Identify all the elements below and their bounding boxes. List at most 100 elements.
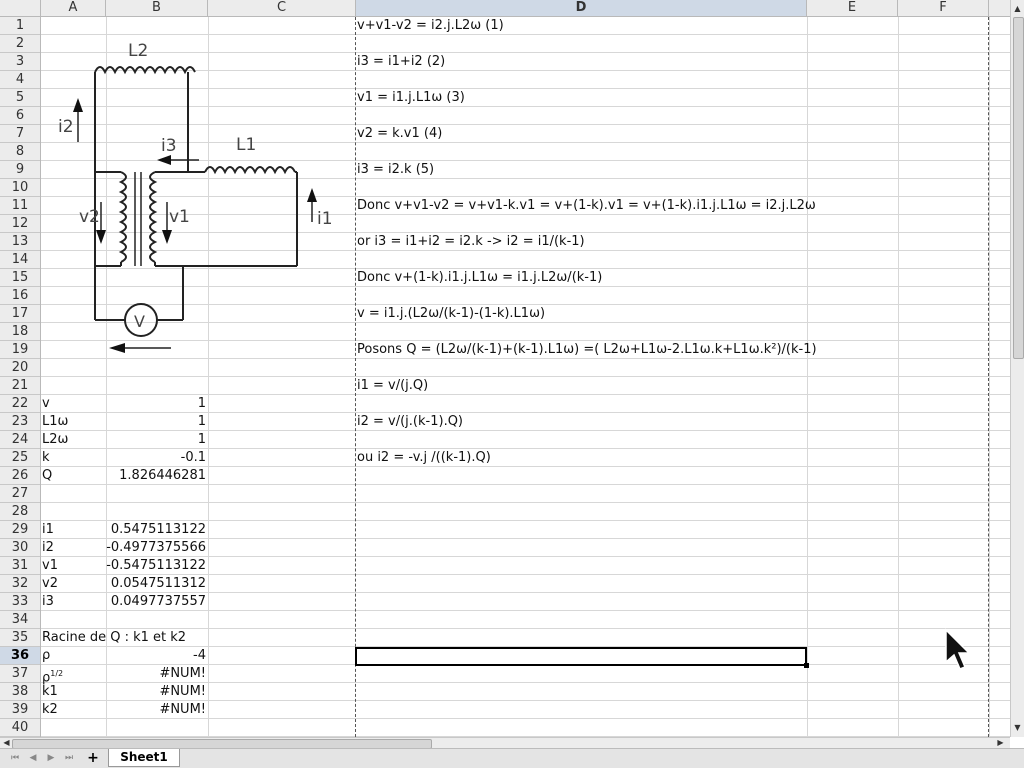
cell-b30[interactable]: -0.4977375566	[106, 539, 206, 557]
cell-b29[interactable]: 0.5475113122	[106, 521, 206, 539]
row-header-38[interactable]: 38	[0, 683, 40, 701]
row-header-37[interactable]: 37	[0, 665, 40, 683]
row-header-24[interactable]: 24	[0, 431, 40, 449]
cell-a24[interactable]: L2ω	[42, 431, 68, 449]
cell-b31[interactable]: -0.5475113122	[106, 557, 206, 575]
cell-d15[interactable]: Donc v+(1-k).i1.j.L1ω = i1.j.L2ω/(k-1)	[357, 269, 602, 287]
cell-d11[interactable]: Donc v+v1-v2 = v+v1-k.v1 = v+(1-k).v1 = …	[357, 197, 816, 215]
cell-a32[interactable]: v2	[42, 575, 58, 593]
cell-b22[interactable]: 1	[106, 395, 206, 413]
row-header-40[interactable]: 40	[0, 719, 40, 737]
row-header-32[interactable]: 32	[0, 575, 40, 593]
row-header-21[interactable]: 21	[0, 377, 40, 395]
column-header-a[interactable]: A	[41, 0, 106, 16]
fill-handle[interactable]	[804, 663, 809, 668]
scroll-left-icon[interactable]: ◀	[1, 737, 12, 748]
row-header-2[interactable]: 2	[0, 35, 40, 53]
cell-a30[interactable]: i2	[42, 539, 54, 557]
scroll-up-icon[interactable]: ▲	[1011, 2, 1024, 16]
cell-a33[interactable]: i3	[42, 593, 54, 611]
prev-sheet-icon[interactable]: ◀	[26, 751, 40, 765]
cell-b36[interactable]: -4	[106, 647, 206, 665]
cell-d9[interactable]: i3 = i2.k (5)	[357, 161, 434, 179]
cell-b26[interactable]: 1.826446281	[106, 467, 206, 485]
row-header-1[interactable]: 1	[0, 17, 40, 35]
cell-b38[interactable]: #NUM!	[106, 683, 206, 701]
row-header-28[interactable]: 28	[0, 503, 40, 521]
cell-d13[interactable]: or i3 = i1+i2 = i2.k -> i2 = i1/(k-1)	[357, 233, 585, 251]
row-header-34[interactable]: 34	[0, 611, 40, 629]
horizontal-scrollbar[interactable]: ◀ ▶	[0, 737, 1010, 749]
row-header-31[interactable]: 31	[0, 557, 40, 575]
row-header-30[interactable]: 30	[0, 539, 40, 557]
cell-d21[interactable]: i1 = v/(j.Q)	[357, 377, 428, 395]
cell-a25[interactable]: k	[42, 449, 50, 467]
cell-d19[interactable]: Posons Q = (L2ω/(k-1)+(k-1).L1ω) =( L2ω+…	[357, 341, 817, 359]
cell-b33[interactable]: 0.0497737557	[106, 593, 206, 611]
row-header-27[interactable]: 27	[0, 485, 40, 503]
cell-b37[interactable]: #NUM!	[106, 665, 206, 683]
row-header-25[interactable]: 25	[0, 449, 40, 467]
row-header-5[interactable]: 5	[0, 89, 40, 107]
last-sheet-icon[interactable]: ⏭	[62, 751, 76, 765]
cell-d7[interactable]: v2 = k.v1 (4)	[357, 125, 442, 143]
row-header-7[interactable]: 7	[0, 125, 40, 143]
row-header-14[interactable]: 14	[0, 251, 40, 269]
scroll-right-icon[interactable]: ▶	[995, 737, 1006, 748]
row-header-13[interactable]: 13	[0, 233, 40, 251]
row-header-15[interactable]: 15	[0, 269, 40, 287]
cell-a39[interactable]: k2	[42, 701, 58, 719]
cell-a38[interactable]: k1	[42, 683, 58, 701]
cell-a31[interactable]: v1	[42, 557, 58, 575]
cell-b39[interactable]: #NUM!	[106, 701, 206, 719]
select-all-corner[interactable]	[0, 0, 41, 16]
cell-d23[interactable]: i2 = v/(j.(k-1).Q)	[357, 413, 463, 431]
column-header-c[interactable]: C	[208, 0, 356, 16]
add-sheet-button[interactable]: +	[86, 750, 100, 766]
vertical-scrollbar[interactable]: ▲ ▼	[1010, 0, 1024, 737]
row-header-39[interactable]: 39	[0, 701, 40, 719]
row-header-8[interactable]: 8	[0, 143, 40, 161]
cell-d17[interactable]: v = i1.j.(L2ω/(k-1)-(1-k).L1ω)	[357, 305, 545, 323]
cell-d25[interactable]: ou i2 = -v.j /((k-1).Q)	[357, 449, 491, 467]
row-header-9[interactable]: 9	[0, 161, 40, 179]
column-header-f[interactable]: F	[898, 0, 989, 16]
column-header-d[interactable]: D	[356, 0, 807, 16]
row-header-18[interactable]: 18	[0, 323, 40, 341]
cell-a36[interactable]: ρ	[42, 647, 50, 665]
cell-a23[interactable]: L1ω	[42, 413, 68, 431]
scroll-down-icon[interactable]: ▼	[1011, 721, 1024, 735]
row-header-11[interactable]: 11	[0, 197, 40, 215]
vertical-scroll-thumb[interactable]	[1013, 17, 1024, 359]
cell-a22[interactable]: v	[42, 395, 50, 413]
row-header-23[interactable]: 23	[0, 413, 40, 431]
cell-d3[interactable]: i3 = i1+i2 (2)	[357, 53, 445, 71]
row-header-12[interactable]: 12	[0, 215, 40, 233]
row-header-20[interactable]: 20	[0, 359, 40, 377]
cell-b23[interactable]: 1	[106, 413, 206, 431]
cell-a29[interactable]: i1	[42, 521, 54, 539]
row-header-4[interactable]: 4	[0, 71, 40, 89]
cell-a26[interactable]: Q	[42, 467, 52, 485]
sheet-tab-sheet1[interactable]: Sheet1	[108, 749, 180, 767]
row-header-16[interactable]: 16	[0, 287, 40, 305]
next-sheet-icon[interactable]: ▶	[44, 751, 58, 765]
cell-b25[interactable]: -0.1	[106, 449, 206, 467]
cell-d5[interactable]: v1 = i1.j.L1ω (3)	[357, 89, 465, 107]
row-header-35[interactable]: 35	[0, 629, 40, 647]
row-header-26[interactable]: 26	[0, 467, 40, 485]
row-header-29[interactable]: 29	[0, 521, 40, 539]
row-header-6[interactable]: 6	[0, 107, 40, 125]
column-header-e[interactable]: E	[807, 0, 898, 16]
row-header-19[interactable]: 19	[0, 341, 40, 359]
row-header-36[interactable]: 36	[0, 647, 40, 665]
active-cell-cursor[interactable]	[355, 647, 809, 668]
row-header-17[interactable]: 17	[0, 305, 40, 323]
column-header-g[interactable]	[989, 0, 1010, 16]
row-header-3[interactable]: 3	[0, 53, 40, 71]
cell-d1[interactable]: v+v1-v2 = i2.j.L2ω (1)	[357, 17, 504, 35]
row-header-22[interactable]: 22	[0, 395, 40, 413]
cell-a35[interactable]: Racine de Q : k1 et k2	[42, 629, 186, 647]
circuit-diagram[interactable]: L2 L1 i2 i3 i1 v2 v1 V	[55, 34, 355, 364]
column-header-b[interactable]: B	[106, 0, 208, 16]
